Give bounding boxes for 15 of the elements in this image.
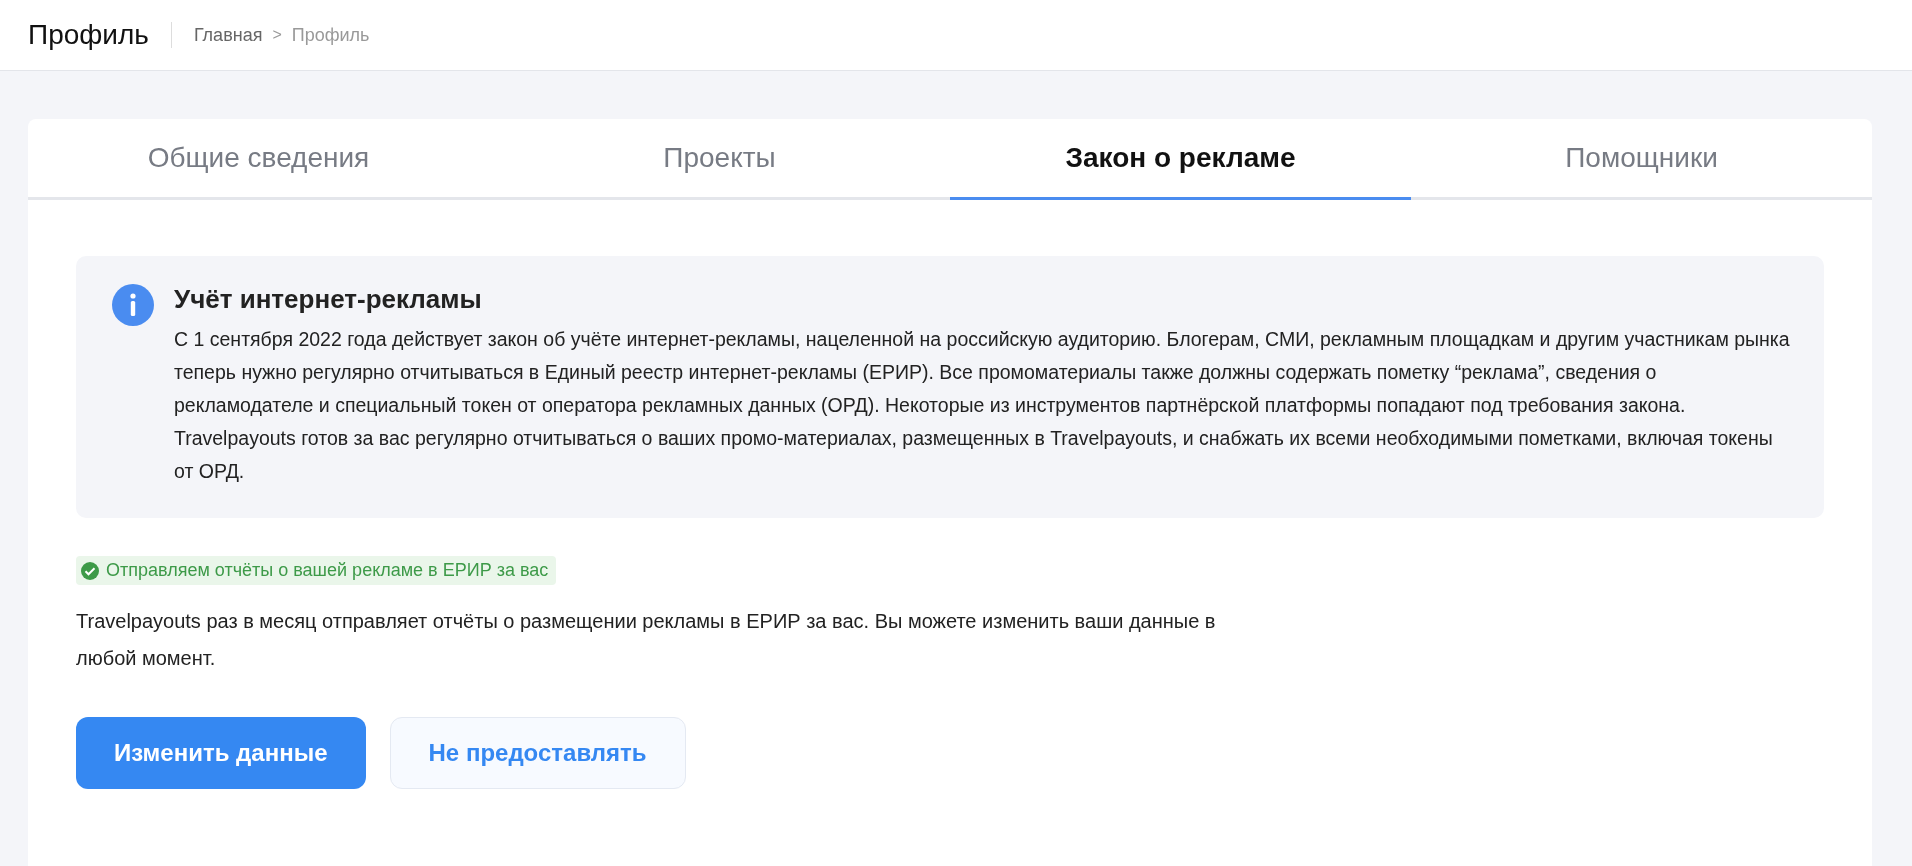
breadcrumb-link[interactable]: Главная bbox=[193, 24, 263, 46]
edit-data-button[interactable]: Изменить данные bbox=[76, 717, 366, 789]
status-label: Отправляем отчёты о вашей рекламе в ЕРИР за вас bbox=[106, 560, 549, 581]
notice-text: С 1 сентября 2022 года действует закон об учёте интернет-рекламы, нацеленной на российскую аудиторию. Блогерам, СМИ, рекламным площадкам и другим участникам рынка теперь нужно регулярно отчитываться в Единый реестр интернет-рекламы (ЕРИР). Все промоматериалы также должны содержать пометку “реклама”, сведения о рекламодателе и специальный токен от оператора рекламных данных (ОРД). Некоторые из инструментов партнёрской платформы попадают под требования закона. Travelpayouts готов за вас регулярно отчитываться о ваших промо-материалах, размещенных в Travelpayouts, и снабжать их всеми необходимыми пометками, включая токены от ОРД. bbox=[174, 327, 1790, 484]
info-icon bbox=[112, 284, 154, 326]
description-text: Travelpayouts раз в месяц отправляет отчёты о размещении рекламы в ЕРИР за вас. Вы можете изменить ваши данные в любой момент. bbox=[76, 609, 1217, 671]
page-title: Профиль bbox=[28, 22, 172, 48]
notice-title: Учёт интернет-рекламы bbox=[174, 284, 483, 315]
tab[interactable]: Проекты bbox=[489, 119, 950, 200]
breadcrumb-separator: > bbox=[272, 26, 282, 44]
tab[interactable]: Помощники bbox=[1411, 119, 1872, 200]
tab[interactable]: Закон о рекламе bbox=[950, 119, 1411, 200]
decline-button[interactable]: Не предоставлять bbox=[389, 717, 686, 789]
check-circle-icon bbox=[80, 560, 100, 581]
tab[interactable]: Общие сведения bbox=[28, 119, 489, 200]
